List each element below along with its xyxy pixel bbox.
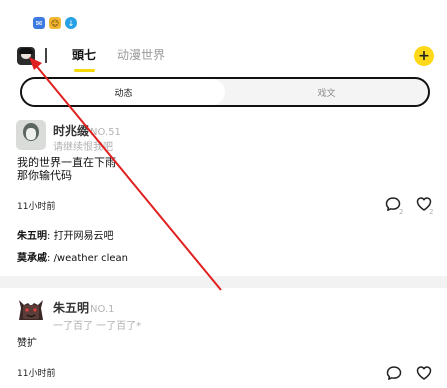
feed-post: 朱五明NO.1 一了百了 一了百了* 赞扩 11小时前	[0, 290, 447, 388]
author-avatar[interactable]	[16, 294, 46, 324]
tab-touqi[interactable]: 頭七	[72, 46, 96, 63]
top-nav: 頭七 动漫世界 +	[0, 38, 447, 72]
download-icon: ↓	[65, 17, 77, 29]
add-button[interactable]: +	[414, 46, 434, 66]
post-content-line: 我的世界一直在下雨	[17, 156, 116, 169]
author-avatar[interactable]	[16, 120, 46, 150]
nav-divider	[45, 48, 47, 63]
active-tab-indicator	[74, 69, 95, 72]
post-separator	[0, 276, 447, 288]
post-time: 11小时前	[17, 202, 56, 212]
cat-app-icon: ☺	[49, 17, 61, 29]
reply-text: 打开网易云吧	[53, 231, 114, 242]
segment-drama[interactable]: 戏文	[225, 79, 428, 105]
author-signature: 请继续恨我吧	[53, 142, 113, 153]
post-content[interactable]: 我的世界一直在下雨 那你输代码	[17, 156, 116, 182]
status-bar-icons: ✉ ☺ ↓	[33, 17, 77, 29]
reply-item[interactable]: 朱五明: 打开网易云吧	[17, 227, 114, 242]
comment-count: 2	[399, 208, 404, 216]
author-name[interactable]: 朱五明NO.1	[53, 299, 115, 316]
tab-anime-world[interactable]: 动漫世界	[117, 46, 165, 63]
like-count: 2	[429, 208, 434, 216]
reply-text: /weather clean	[53, 253, 128, 264]
segment-dynamics[interactable]: 动态	[22, 79, 225, 105]
post-content-line: 那你输代码	[17, 169, 72, 182]
app-notification-icon: ✉	[33, 17, 45, 29]
author-level: NO.1	[90, 304, 115, 315]
user-avatar[interactable]	[17, 47, 35, 65]
author-signature: 一了百了 一了百了*	[53, 321, 142, 332]
author-level: NO.51	[90, 127, 121, 138]
post-time: 11小时前	[17, 369, 56, 379]
author-name[interactable]: 时兆缀NO.51	[53, 122, 121, 139]
comment-icon[interactable]	[386, 365, 402, 381]
reply-item[interactable]: 莫承戚: /weather clean	[17, 249, 128, 264]
feed-post: 时兆缀NO.51 请继续恨我吧 我的世界一直在下雨 那你输代码 11小时前 2 …	[0, 116, 447, 276]
reply-author: 朱五明	[17, 231, 47, 242]
author-name-text: 时兆缀	[53, 124, 90, 138]
post-content[interactable]: 赞扩	[17, 337, 37, 350]
plus-icon: +	[418, 48, 430, 64]
author-name-text: 朱五明	[53, 301, 90, 315]
heart-icon[interactable]	[416, 365, 432, 381]
reply-author: 莫承戚	[17, 253, 47, 264]
feed-segment-control: 动态 戏文	[20, 77, 430, 107]
